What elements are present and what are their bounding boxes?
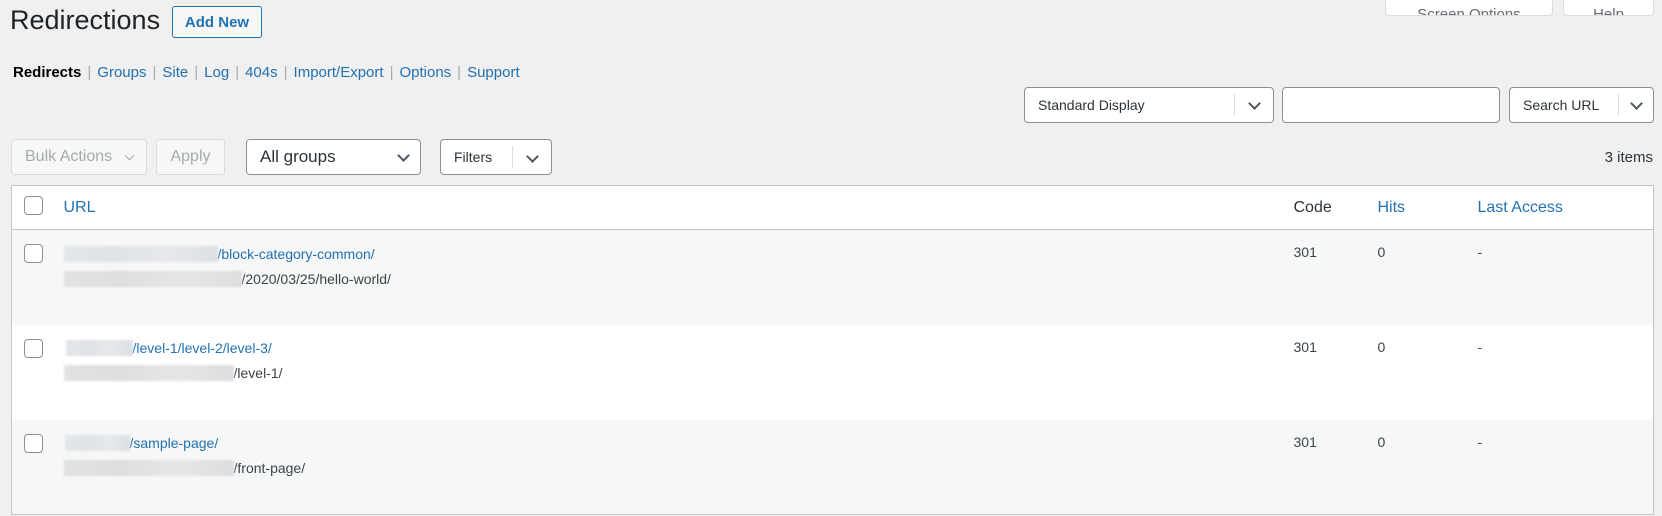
- code: 301: [1293, 433, 1317, 450]
- source-url-link[interactable]: /level-1/level-2/level-3/: [133, 340, 272, 356]
- search-input[interactable]: [1282, 87, 1500, 123]
- bulk-actions-select[interactable]: Bulk Actions: [11, 139, 147, 175]
- screen-options-button[interactable]: Screen Options: [1385, 0, 1553, 16]
- apply-button[interactable]: Apply: [156, 139, 225, 175]
- table-row: /level-1/level-2/level-3/ /level-1/ 301 …: [12, 325, 1654, 420]
- chevron-down-icon: [397, 149, 410, 162]
- source-url-link[interactable]: /sample-page/: [130, 435, 219, 451]
- subnav: Redirects | Groups | Site | Log | 404s | Impo…: [13, 64, 520, 81]
- help-button[interactable]: Help: [1563, 0, 1654, 16]
- row-checkbox[interactable]: [24, 433, 43, 453]
- row-checkbox[interactable]: [24, 244, 43, 263]
- subnav-support[interactable]: Support: [467, 64, 520, 81]
- subnav-redirects[interactable]: Redirects: [13, 64, 81, 81]
- column-url[interactable]: URL: [64, 199, 96, 216]
- table-row: /block-category-common/ /2020/03/25/hell…: [11, 229, 1654, 325]
- groups-select[interactable]: All groups: [246, 139, 421, 175]
- page-title: Redirections: [10, 5, 161, 35]
- search-type-select[interactable]: Search URL: [1509, 87, 1654, 123]
- subnav-site[interactable]: Site: [162, 64, 188, 81]
- hits: 0: [1377, 433, 1386, 450]
- source-url-link[interactable]: /block-category-common/: [218, 246, 375, 262]
- column-code: Code: [1293, 198, 1332, 216]
- subnav-log[interactable]: Log: [204, 64, 229, 81]
- chevron-down-icon: [526, 150, 539, 163]
- filters-select[interactable]: Filters: [440, 139, 552, 175]
- target-url: /2020/03/25/hello-world/: [241, 270, 391, 287]
- column-last-access[interactable]: Last Access: [1478, 199, 1563, 216]
- row-checkbox[interactable]: [24, 338, 43, 358]
- last-access: -: [1477, 244, 1483, 260]
- chevron-down-icon: [124, 150, 135, 161]
- hits: 0: [1377, 244, 1386, 260]
- subnav-import-export[interactable]: Import/Export: [294, 64, 384, 81]
- code: 301: [1293, 338, 1317, 355]
- column-hits[interactable]: Hits: [1378, 199, 1406, 216]
- select-all-checkbox[interactable]: [24, 195, 43, 215]
- add-new-button[interactable]: Add New: [172, 6, 262, 38]
- last-access: -: [1477, 338, 1483, 355]
- subnav-options[interactable]: Options: [399, 64, 451, 81]
- hits: 0: [1377, 338, 1386, 355]
- item-count: 3 items: [1604, 149, 1653, 166]
- target-url: /front-page/: [233, 460, 306, 476]
- table-row: /sample-page/ /front-page/ 301 0 -: [11, 419, 1654, 515]
- chevron-down-icon: [1248, 97, 1261, 110]
- code: 301: [1293, 244, 1317, 260]
- target-url: /level-1/: [233, 365, 283, 381]
- chevron-down-icon: [1630, 97, 1643, 110]
- redirects-table: URL Code Hits Last Access /block-categor…: [11, 185, 1654, 515]
- last-access: -: [1477, 433, 1483, 450]
- display-select[interactable]: Standard Display: [1024, 87, 1274, 123]
- subnav-404s[interactable]: 404s: [245, 64, 278, 81]
- subnav-groups[interactable]: Groups: [97, 64, 146, 81]
